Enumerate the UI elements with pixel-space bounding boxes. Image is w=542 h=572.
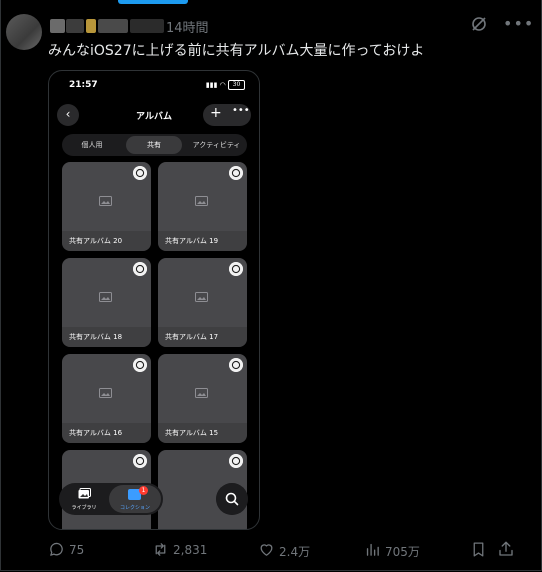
photo-placeholder-icon xyxy=(99,196,112,206)
photo-placeholder-icon xyxy=(99,292,112,302)
blurred-display-name[interactable] xyxy=(50,19,65,33)
avatar[interactable] xyxy=(6,14,42,50)
attached-screenshot[interactable]: 21:57 ▮▮▮ ◠ 30 ‹ アルバム + ••• 個人用 共有 アクティビ… xyxy=(48,70,260,530)
status-bar-time: 21:57 xyxy=(69,80,98,90)
heart-icon xyxy=(260,544,273,556)
ellipsis-icon: ••• xyxy=(232,105,250,116)
album-name: 共有アルバム 15 xyxy=(158,423,247,443)
blurred-badge xyxy=(86,19,96,33)
action-pill: + ••• xyxy=(203,104,251,126)
shared-sync-icon xyxy=(133,262,147,276)
album-card: 共有アルバム 15 xyxy=(158,354,247,443)
segment-shared: 共有 xyxy=(126,136,182,154)
photo-library-icon xyxy=(78,488,91,499)
status-bar-icons: ▮▮▮ ◠ 30 xyxy=(206,80,245,90)
plus-icon: + xyxy=(210,105,222,121)
shared-sync-icon xyxy=(229,262,243,276)
shared-sync-icon xyxy=(229,166,243,180)
album-name: 共有アルバム 19 xyxy=(158,231,247,251)
album-name: 共有アルバム 17 xyxy=(158,327,247,347)
album-card: 共有アルバム 18 xyxy=(62,258,151,347)
segmented-control: 個人用 共有 アクティビティ xyxy=(62,134,247,156)
shared-sync-icon xyxy=(133,166,147,180)
like-count: 2.4万 xyxy=(279,545,311,559)
tab-library: ライブラリ xyxy=(63,485,105,513)
album-name: 共有アルバム 20 xyxy=(62,231,151,251)
shared-sync-icon xyxy=(133,454,147,468)
photo-placeholder-icon xyxy=(99,388,112,398)
active-indicator xyxy=(118,0,188,4)
more-options-icon[interactable]: ••• xyxy=(503,14,534,33)
blurred-username[interactable] xyxy=(98,19,128,33)
post-timestamp[interactable]: 14時間 xyxy=(166,17,209,36)
album-name: 共有アルバム 16 xyxy=(62,423,151,443)
tab-collections-label: コレクション xyxy=(119,505,150,511)
blurred-username[interactable] xyxy=(130,19,164,33)
repost-count: 2,831 xyxy=(173,543,208,557)
segment-personal: 個人用 xyxy=(81,141,103,149)
tab-collections: 1 コレクション xyxy=(109,485,161,513)
photo-placeholder-icon xyxy=(195,196,208,206)
segment-activity: アクティビティ xyxy=(192,141,241,149)
search-icon xyxy=(216,483,248,515)
bookmark-icon[interactable] xyxy=(470,541,487,558)
battery-icon: 30 xyxy=(228,80,245,90)
reply-icon xyxy=(50,542,63,556)
tab-library-label: ライブラリ xyxy=(71,505,97,511)
views-count: 705万 xyxy=(385,545,420,559)
album-card: 共有アルバム 16 xyxy=(62,354,151,443)
post-text: みんなiOS27に上げる前に共有アルバム大量に作っておけよ xyxy=(48,43,425,59)
shared-sync-icon xyxy=(229,358,243,372)
reply-count: 75 xyxy=(69,543,85,557)
bottom-tab-bar: ライブラリ 1 コレクション xyxy=(59,483,163,515)
shared-sync-icon xyxy=(229,454,243,468)
shared-sync-icon xyxy=(133,358,147,372)
album-name: 共有アルバム 18 xyxy=(62,327,151,347)
photo-placeholder-icon xyxy=(195,388,208,398)
views-chart-icon xyxy=(366,543,379,556)
share-icon[interactable] xyxy=(497,540,515,558)
album-card: 共有アルバム 19 xyxy=(158,162,247,251)
photo-placeholder-icon xyxy=(195,292,208,302)
album-card: 共有アルバム 20 xyxy=(62,162,151,251)
album-card: 共有アルバム 17 xyxy=(158,258,247,347)
blurred-display-name[interactable] xyxy=(66,19,84,33)
repost-icon xyxy=(155,543,166,556)
notification-badge: 1 xyxy=(139,486,148,495)
grok-icon[interactable] xyxy=(471,16,487,32)
